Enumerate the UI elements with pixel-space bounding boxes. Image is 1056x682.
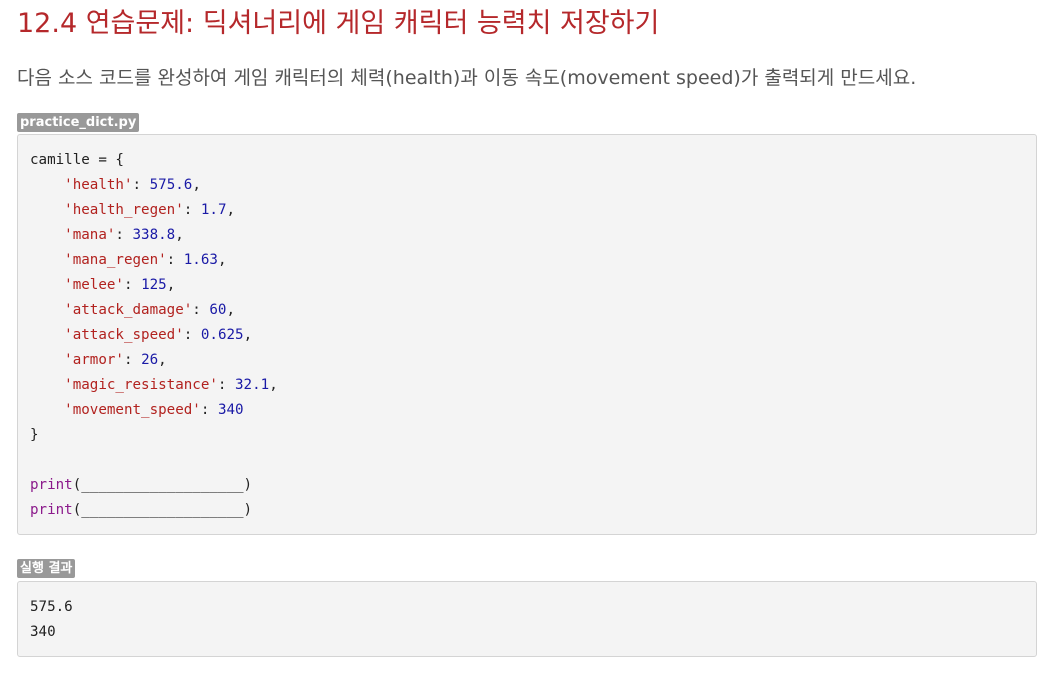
code-token: 1.63 <box>183 252 218 268</box>
code-line: 'mana_regen': 1.63, <box>30 248 278 273</box>
code-token: : <box>200 402 218 418</box>
output-block: 575.6 340 <box>17 581 1037 657</box>
code-line: 'health': 575.6, <box>30 173 278 198</box>
source-filename-badge: practice_dict.py <box>17 113 140 132</box>
code-token: , <box>243 327 253 343</box>
code-token: 'health' <box>64 177 133 193</box>
code-token: 0.625 <box>200 327 244 343</box>
code-token: (___________________) <box>72 502 253 518</box>
source-code-block: camille = { 'health': 575.6, 'health_reg… <box>17 134 1037 535</box>
code-token: 'movement_speed' <box>64 402 201 418</box>
code-line: 'mana': 338.8, <box>30 223 278 248</box>
code-token: , <box>192 177 201 193</box>
code-line: 'magic_resistance': 32.1, <box>30 373 278 398</box>
code-line: 'health_regen': 1.7, <box>30 198 278 223</box>
code-line: 'melee': 125, <box>30 273 278 298</box>
code-token: 338.8 <box>132 227 176 243</box>
code-token: 32.1 <box>235 377 270 393</box>
code-token: , <box>175 227 184 243</box>
code-line: camille = { <box>30 148 278 173</box>
code-token: : <box>192 302 210 318</box>
code-token: print <box>30 477 73 493</box>
code-line: print(___________________) <box>30 473 278 498</box>
code-line: 'attack_damage': 60, <box>30 298 278 323</box>
code-token: : <box>183 327 201 343</box>
code-token: , <box>226 302 236 318</box>
code-token: 'attack_speed' <box>64 327 184 343</box>
code-token: } <box>30 427 39 443</box>
code-token: 'health_regen' <box>64 202 184 218</box>
code-token: (___________________) <box>72 477 253 493</box>
code-token: 'melee' <box>64 277 124 293</box>
code-token: 125 <box>141 277 167 293</box>
code-token: : <box>123 277 142 293</box>
code-token: : <box>183 202 201 218</box>
code-token: , <box>158 352 167 368</box>
code-token: 60 <box>209 302 227 318</box>
output-line: 340 <box>30 624 56 640</box>
code-line: 'attack_speed': 0.625, <box>30 323 278 348</box>
output-line: 575.6 <box>30 599 73 615</box>
code-token: , <box>269 377 278 393</box>
code-token: : <box>115 227 133 243</box>
code-token: 26 <box>141 352 159 368</box>
source-code: camille = { 'health': 575.6, 'health_reg… <box>30 148 278 523</box>
code-token: : <box>166 252 184 268</box>
code-line: 'movement_speed': 340 <box>30 398 278 423</box>
code-token: print <box>30 502 73 518</box>
code-line: } <box>30 423 278 448</box>
code-token: , <box>166 277 176 293</box>
code-token: : <box>123 352 142 368</box>
code-token: 'mana_regen' <box>64 252 167 268</box>
code-token: , <box>226 202 236 218</box>
exercise-instructions: 다음 소스 코드를 완성하여 게임 캐릭터의 체력(health)과 이동 속도… <box>17 67 917 89</box>
code-token: 'attack_damage' <box>64 302 193 318</box>
code-token: 'mana' <box>64 227 116 243</box>
code-line: print(___________________) <box>30 498 278 523</box>
code-token: : <box>132 177 150 193</box>
code-token: : <box>217 377 236 393</box>
output-text: 575.6 340 <box>30 595 73 645</box>
code-token: 575.6 <box>149 177 193 193</box>
page-title: 12.4 연습문제: 딕셔너리에 게임 캐릭터 능력치 저장하기 <box>17 8 660 39</box>
code-token: 1.7 <box>200 202 227 218</box>
code-token: 'armor' <box>64 352 124 368</box>
code-token: , <box>217 252 227 268</box>
code-token: 340 <box>217 402 244 418</box>
code-token: camille = { <box>30 152 124 168</box>
code-line: 'armor': 26, <box>30 348 278 373</box>
output-label-badge: 실행 결과 <box>17 559 76 578</box>
code-token: 'magic_resistance' <box>64 377 218 393</box>
